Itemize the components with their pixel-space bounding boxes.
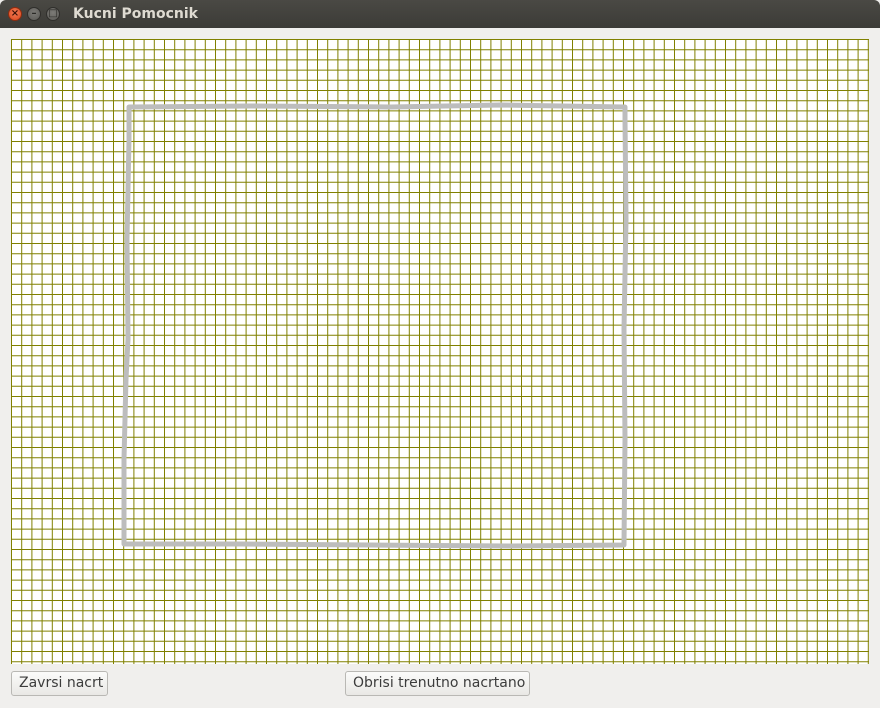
maximize-window-button[interactable]: □ bbox=[46, 7, 60, 21]
minimize-window-button[interactable]: – bbox=[27, 7, 41, 21]
drawing-canvas[interactable] bbox=[11, 39, 869, 664]
close-icon: × bbox=[10, 8, 20, 19]
title-bar[interactable]: × – □ Kucni Pomocnik bbox=[0, 0, 880, 28]
maximize-icon: □ bbox=[48, 8, 58, 19]
close-window-button[interactable]: × bbox=[8, 7, 22, 21]
grid-canvas-svg[interactable] bbox=[11, 39, 869, 664]
app-window: × – □ Kucni Pomocnik Zavrsi nacrt Obrisi… bbox=[0, 0, 880, 708]
window-title: Kucni Pomocnik bbox=[73, 6, 198, 22]
grid-lines bbox=[11, 39, 869, 664]
finish-sketch-button[interactable]: Zavrsi nacrt bbox=[11, 671, 108, 696]
minimize-icon: – bbox=[31, 8, 37, 19]
clear-drawing-button[interactable]: Obrisi trenutno nacrtano bbox=[345, 671, 530, 696]
